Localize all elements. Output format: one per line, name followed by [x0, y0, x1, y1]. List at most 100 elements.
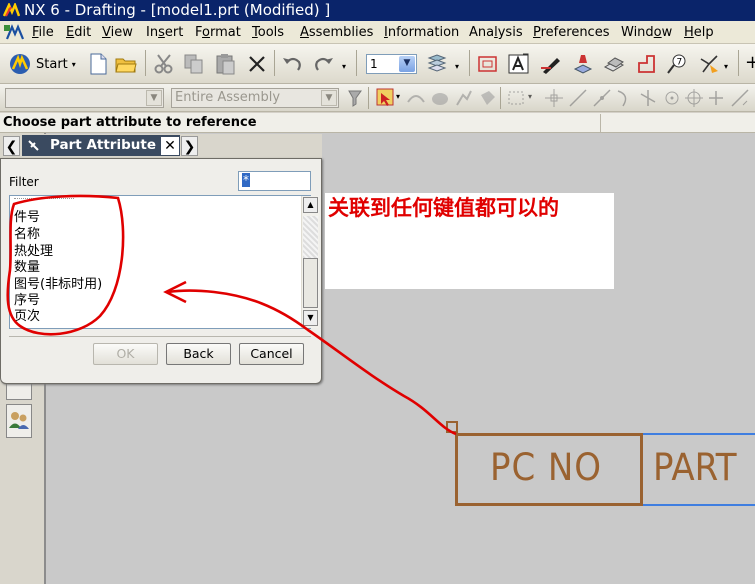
snap-quadrant-button[interactable]	[682, 86, 706, 110]
app-menu-icon[interactable]	[4, 23, 26, 42]
menu-view[interactable]: View	[102, 25, 133, 40]
paste-icon	[216, 54, 235, 75]
origin-anchor-marker[interactable]	[446, 421, 458, 433]
pick-feature-button[interactable]	[452, 86, 476, 110]
dialog-next-arrow-icon[interactable]: ❯	[181, 136, 198, 156]
open-file-button[interactable]	[114, 52, 138, 76]
snap-point-button[interactable]	[704, 86, 728, 110]
dialog-pin-icon[interactable]	[27, 139, 41, 153]
copy-button[interactable]	[182, 52, 206, 76]
selection-scope-dropdown-icon[interactable]: ▼	[321, 90, 337, 106]
back-button[interactable]: Back	[166, 343, 231, 365]
snap-intersection-icon	[640, 90, 656, 106]
list-item[interactable]: 图号(非标时用)	[14, 277, 102, 293]
menu-insert[interactable]: Insert	[146, 25, 183, 40]
snap-tangent-button[interactable]	[728, 86, 752, 110]
rectangle-select-button[interactable]	[504, 86, 528, 110]
list-item[interactable]: 热处理	[14, 244, 53, 260]
paste-button[interactable]	[213, 52, 237, 76]
menu-information-label: Information	[384, 25, 460, 40]
snap-arc-button[interactable]	[612, 86, 636, 110]
selection-scope-select[interactable]: Entire Assembly ▼	[171, 88, 339, 108]
drawing-sheet-button[interactable]	[476, 52, 500, 76]
list-item[interactable]: 数量	[14, 260, 40, 276]
menu-tools[interactable]: Tools	[252, 25, 284, 40]
undo-icon	[283, 57, 301, 71]
svg-text:7: 7	[677, 58, 683, 68]
menu-file[interactable]: File	[32, 25, 54, 40]
start-button[interactable]: Start ▾	[8, 52, 76, 76]
list-scrollbar[interactable]: ▲ ▼	[301, 196, 319, 328]
snap-line-button[interactable]	[566, 86, 590, 110]
list-item[interactable]: 序号	[14, 293, 40, 309]
label-button[interactable]	[539, 52, 563, 76]
nx-logo-icon	[3, 3, 20, 17]
filter-input[interactable]: *	[238, 171, 311, 191]
snap-intersection-button[interactable]	[636, 86, 660, 110]
type-filter-select[interactable]: ▼	[5, 88, 164, 108]
menu-preferences[interactable]: Preferences	[533, 25, 609, 40]
menu-edit[interactable]: Edit	[66, 25, 91, 40]
pick-curve-button[interactable]	[404, 86, 428, 110]
dialog-prev-arrow-icon[interactable]: ❮	[3, 136, 20, 156]
menu-window[interactable]: Window	[621, 25, 672, 40]
datum-feature-button[interactable]	[634, 52, 658, 76]
scissors-icon	[154, 54, 173, 74]
list-item[interactable]: 件号	[14, 210, 40, 226]
general-selection-button[interactable]	[374, 86, 398, 110]
dialog-title-tab[interactable]: Part Attribute	[22, 135, 180, 156]
filter-reset-button[interactable]	[344, 86, 368, 110]
list-item[interactable]: 名称	[14, 227, 40, 243]
menu-edit-label: Edit	[66, 25, 92, 40]
redo-button[interactable]	[312, 52, 336, 76]
attribute-listbox[interactable]: 件号 名称 热处理 数量 图号(非标时用) 序号 页次 ▲ ▼	[9, 195, 319, 329]
layer-dropdown-arrow-icon[interactable]: ▾	[455, 62, 459, 71]
menu-help[interactable]: Help	[684, 25, 714, 40]
open-folder-icon	[115, 58, 137, 73]
menu-information[interactable]: Information	[384, 25, 459, 40]
scroll-up-icon[interactable]: ▲	[303, 197, 318, 213]
toolbar-overflow-icon[interactable]: +	[745, 52, 755, 73]
redo-dropdown-icon[interactable]: ▾	[342, 62, 346, 71]
pick-solid-button[interactable]	[428, 86, 452, 110]
snap-midpoint-button[interactable]	[590, 86, 614, 110]
snap-center-button[interactable]	[660, 86, 684, 110]
new-file-button[interactable]	[86, 52, 110, 76]
layer-dropdown-icon[interactable]: ▼	[399, 56, 415, 72]
selection-cursor-icon	[376, 88, 394, 106]
dialog-close-icon[interactable]: ✕	[161, 137, 179, 155]
selection-dropdown-icon[interactable]: ▾	[396, 92, 400, 101]
feature-icon	[456, 90, 472, 106]
filter-label: Filter	[9, 175, 39, 189]
menu-analysis[interactable]: Analysis	[469, 25, 523, 40]
snap-line-icon	[569, 89, 587, 107]
list-item[interactable]: 页次	[14, 309, 40, 325]
annotation-dropdown-icon[interactable]: ▾	[724, 62, 728, 71]
snap-endpoint-button[interactable]	[542, 86, 566, 110]
resource-tab-roles[interactable]	[6, 404, 32, 438]
undo-button[interactable]	[280, 52, 304, 76]
surface-finish-button[interactable]	[602, 52, 626, 76]
snap-midpoint-icon	[593, 89, 611, 107]
component-icon	[481, 91, 495, 105]
scroll-thumb[interactable]	[303, 258, 318, 308]
cut-button[interactable]	[152, 52, 176, 76]
ok-button[interactable]: OK	[93, 343, 158, 365]
delete-button[interactable]	[245, 52, 269, 76]
layer-settings-button[interactable]	[425, 52, 449, 76]
cancel-button[interactable]: Cancel	[239, 343, 304, 365]
auto-balloon-button[interactable]	[697, 52, 721, 76]
type-filter-dropdown-icon[interactable]: ▼	[146, 90, 162, 106]
id-symbol-button[interactable]: 7	[665, 52, 689, 76]
layer-select[interactable]: 1 ▼	[366, 54, 417, 74]
weld-symbol-button[interactable]	[571, 52, 595, 76]
scroll-track-upper[interactable]	[303, 216, 318, 258]
pick-component-button[interactable]	[476, 86, 500, 110]
rectangle-dropdown-icon[interactable]: ▾	[528, 92, 532, 101]
menu-tools-label: Tools	[252, 25, 285, 40]
scroll-down-icon[interactable]: ▼	[303, 310, 318, 326]
menu-assemblies[interactable]: Assemblies	[300, 25, 373, 40]
note-button[interactable]	[507, 52, 531, 76]
curve-rib-icon	[407, 95, 425, 103]
menu-format[interactable]: Format	[195, 25, 241, 40]
